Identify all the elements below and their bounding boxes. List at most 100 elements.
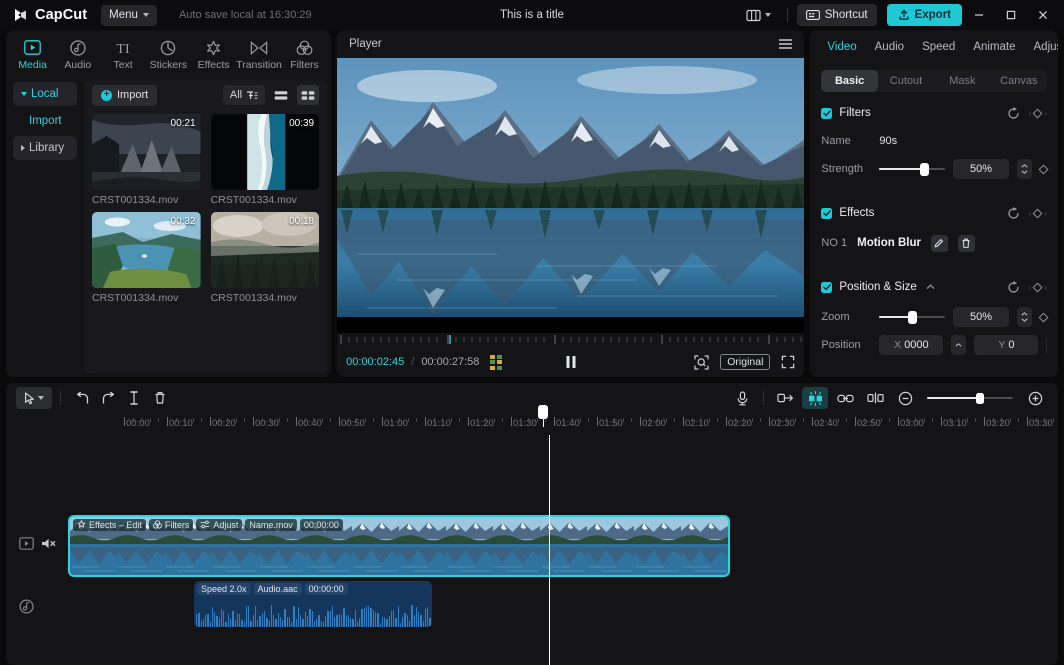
crop-zoom-icon[interactable] <box>694 355 709 370</box>
undo-button[interactable] <box>69 387 95 409</box>
media-item[interactable]: 00:39 CRST001334.mov <box>211 114 320 206</box>
position-size-checkbox[interactable] <box>821 282 832 293</box>
tab-filters[interactable]: Filters <box>282 35 327 71</box>
timeline-ruler[interactable]: 00:0000:1000:2000:3000:4000:5001:0001:10… <box>6 413 1058 435</box>
media-thumbnail[interactable]: 00:21 <box>92 114 201 190</box>
zoom-value[interactable]: 50% <box>953 307 1009 327</box>
tab-transition[interactable]: Transition <box>236 35 282 71</box>
quality-grid-icon[interactable] <box>490 355 502 370</box>
audio-speed-badge: Speed 2.0x <box>197 583 251 595</box>
tab-audio[interactable]: Audio <box>55 35 100 71</box>
player-scrubber[interactable] <box>337 333 804 347</box>
media-item[interactable]: 00:32 CRST001334.mov <box>92 212 201 304</box>
clip-badge-effects[interactable]: Effects – Edit <box>73 519 146 531</box>
video-track-icon[interactable] <box>18 535 34 551</box>
filters-checkbox[interactable] <box>821 108 832 119</box>
minimize-button[interactable] <box>964 0 994 30</box>
effect-edit-button[interactable] <box>931 235 948 252</box>
auto-adjust-button[interactable] <box>802 387 828 409</box>
filter-name-value[interactable]: 90s <box>879 135 897 147</box>
tab-speed[interactable]: Speed <box>913 41 964 53</box>
waveform-bar <box>262 613 263 627</box>
media-thumbnail[interactable]: 00:39 <box>211 114 320 190</box>
maximize-button[interactable] <box>996 0 1026 30</box>
reset-icon[interactable] <box>1007 107 1020 120</box>
pause-icon[interactable] <box>566 356 575 368</box>
clip-badge-filters[interactable]: Filters <box>149 519 194 531</box>
zoom-stepper[interactable] <box>1017 307 1032 327</box>
lib-item-library[interactable]: Library <box>13 136 77 160</box>
link-button[interactable] <box>832 387 858 409</box>
redo-button[interactable] <box>95 387 121 409</box>
subtab-canvas[interactable]: Canvas <box>991 70 1047 92</box>
track-gutter <box>6 435 68 665</box>
position-y-field[interactable]: Y 0 <box>974 335 1038 355</box>
effect-delete-button[interactable] <box>958 235 975 252</box>
media-filter-button[interactable]: All <box>223 85 265 105</box>
effects-checkbox[interactable] <box>821 208 832 219</box>
lib-item-local[interactable]: Local <box>13 82 77 106</box>
media-thumbnail[interactable]: 00:32 <box>92 212 201 288</box>
ruler-minor-tick <box>674 418 675 422</box>
subtab-mask[interactable]: Mask <box>934 70 990 92</box>
audio-clip[interactable]: Speed 2.0x Audio.aac 00:00:00 <box>194 581 432 627</box>
export-button[interactable]: Export <box>887 4 962 26</box>
split-button[interactable] <box>121 387 147 409</box>
fullscreen-icon[interactable] <box>781 355 795 369</box>
shortcut-button[interactable]: Shortcut <box>797 4 877 26</box>
media-thumbnail[interactable]: 00:18 <box>211 212 320 288</box>
aspect-ratio-button[interactable]: Original <box>720 354 770 370</box>
clip-badge-adjust[interactable]: Adjust <box>196 519 242 531</box>
layout-button[interactable] <box>739 4 778 26</box>
tab-effects[interactable]: Effects <box>191 35 236 71</box>
audio-track-icon[interactable] <box>18 598 34 614</box>
timeline-playhead[interactable] <box>549 435 550 665</box>
zoom-out-button[interactable] <box>892 387 918 409</box>
effects-title: Effects <box>839 207 874 219</box>
tab-media[interactable]: Media <box>10 35 55 71</box>
filter-strength-slider[interactable] <box>879 162 945 176</box>
lib-item-import[interactable]: Import <box>13 109 77 133</box>
keyframe-diamond-icon[interactable]: ‹› <box>1029 283 1047 292</box>
subtab-basic[interactable]: Basic <box>821 70 877 92</box>
mute-icon[interactable] <box>41 535 57 551</box>
import-button[interactable]: + Import <box>92 85 157 106</box>
position-x-stepper[interactable] <box>951 335 966 355</box>
reset-icon[interactable] <box>1007 207 1020 220</box>
filter-strength-stepper[interactable] <box>1017 159 1032 179</box>
tab-stickers[interactable]: Stickers <box>146 35 191 71</box>
keyframe-diamond-icon[interactable]: ‹› <box>1029 209 1047 218</box>
media-item[interactable]: 00:21 CRST001334.mov <box>92 114 201 206</box>
mirror-button[interactable] <box>862 387 888 409</box>
chevron-up-icon[interactable] <box>926 284 935 290</box>
media-item[interactable]: 00:18 CRST001334.mov <box>211 212 320 304</box>
position-y-stepper[interactable] <box>1046 335 1047 355</box>
zoom-keyframe-icon[interactable] <box>1040 314 1047 321</box>
delete-button[interactable] <box>147 387 173 409</box>
video-clip[interactable]: Effects – Edit Filters Adjust Name.mov 0… <box>68 515 730 577</box>
close-button[interactable] <box>1028 0 1058 30</box>
record-button[interactable] <box>729 387 755 409</box>
timeline-zoom-slider[interactable] <box>927 391 1013 405</box>
tab-audio-props[interactable]: Audio <box>866 41 913 53</box>
zoom-slider[interactable] <box>879 310 945 324</box>
keyframe-button[interactable] <box>772 387 798 409</box>
playhead-handle[interactable] <box>538 405 548 419</box>
tab-video[interactable]: Video <box>818 41 865 53</box>
position-x-field[interactable]: X 0000 <box>879 335 943 355</box>
tab-text[interactable]: TI Text <box>100 35 145 71</box>
list-view-button[interactable] <box>270 85 292 105</box>
tab-animate[interactable]: Animate <box>964 41 1024 53</box>
filter-strength-value[interactable]: 50% <box>953 159 1009 179</box>
subtab-cutout[interactable]: Cutout <box>878 70 934 92</box>
strength-keyframe-icon[interactable] <box>1040 166 1047 173</box>
tab-adjust[interactable]: Adjust <box>1025 41 1058 53</box>
cursor-tool-button[interactable] <box>16 387 52 409</box>
hamburger-icon[interactable] <box>779 39 792 49</box>
menu-button[interactable]: Menu <box>101 5 157 26</box>
grid-view-button[interactable] <box>297 85 319 105</box>
zoom-in-button[interactable] <box>1022 387 1048 409</box>
reset-icon[interactable] <box>1007 281 1020 294</box>
keyframe-diamond-icon[interactable]: ‹› <box>1029 109 1047 118</box>
video-preview[interactable] <box>337 58 804 333</box>
